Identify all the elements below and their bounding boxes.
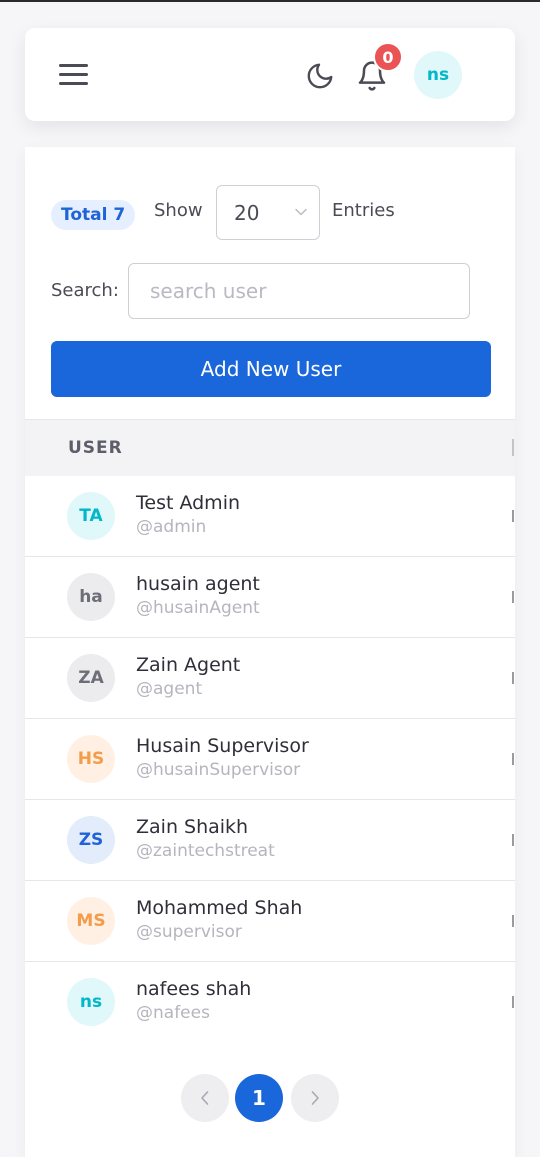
search-label: Search: [51, 280, 119, 301]
entries-value: 20 [234, 201, 260, 225]
table-row[interactable]: ZS Zain Shaikh @zaintechstreat [25, 800, 515, 881]
moon-icon[interactable] [305, 61, 335, 91]
avatar: ha [67, 573, 115, 621]
notification-count-badge: 0 [373, 42, 403, 72]
user-handle: @admin [136, 517, 207, 537]
entries-select[interactable]: 20 [216, 185, 320, 240]
user-name: Husain Supervisor [136, 735, 309, 757]
user-name: Zain Agent [136, 654, 241, 676]
chevron-left-icon [201, 1091, 209, 1105]
pagination-next-button[interactable] [291, 1074, 339, 1122]
avatar: ns [67, 978, 115, 1026]
clipped-cell [512, 510, 514, 522]
table-row[interactable]: ns nafees shah @nafees [25, 962, 515, 1042]
avatar: HS [67, 735, 115, 783]
top-navbar: 0 ns [25, 28, 515, 121]
user-name: Zain Shaikh [136, 816, 249, 838]
table-row[interactable]: TA Test Admin @admin [25, 476, 515, 557]
clipped-cell [512, 996, 514, 1008]
clipped-cell [512, 591, 514, 603]
user-name: Mohammed Shah [136, 897, 303, 919]
show-label: Show [154, 200, 203, 221]
total-badge: Total 7 [51, 200, 136, 230]
pagination-prev-button[interactable] [181, 1074, 229, 1122]
avatar: MS [67, 897, 115, 945]
table-row[interactable]: MS Mohammed Shah @supervisor [25, 881, 515, 962]
user-name: husain agent [136, 573, 260, 595]
avatar: TA [67, 492, 115, 540]
user-handle: @husainAgent [136, 598, 260, 618]
table-row[interactable]: ha husain agent @husainAgent [25, 557, 515, 638]
avatar: ZA [67, 654, 115, 702]
chevron-down-icon [295, 208, 307, 216]
column-header-user[interactable]: USER [68, 438, 123, 458]
clipped-cell [512, 753, 514, 765]
user-handle: @zaintechstreat [136, 841, 275, 861]
table-row[interactable]: ZA Zain Agent @agent [25, 638, 515, 719]
chevron-right-icon [311, 1091, 319, 1105]
clipped-cell [512, 672, 514, 684]
column-header-clipped [512, 439, 514, 456]
user-name: Test Admin [136, 492, 241, 514]
users-card: Total 7 Show 20 Entries Search: Add New … [25, 147, 515, 1157]
avatar: ZS [67, 816, 115, 864]
top-border [0, 0, 540, 2]
menu-icon[interactable] [59, 64, 88, 86]
user-avatar[interactable]: ns [414, 51, 462, 99]
pagination-page-button[interactable]: 1 [235, 1074, 283, 1122]
user-handle: @agent [136, 679, 203, 699]
user-name: nafees shah [136, 978, 252, 1000]
user-handle: @nafees [136, 1003, 210, 1023]
add-new-user-button[interactable]: Add New User [51, 341, 491, 397]
clipped-cell [512, 915, 514, 927]
entries-label: Entries [332, 200, 395, 221]
clipped-cell [512, 834, 514, 846]
table-header: USER [25, 419, 515, 477]
table-row[interactable]: HS Husain Supervisor @husainSupervisor [25, 719, 515, 800]
search-input[interactable] [128, 263, 470, 319]
user-handle: @husainSupervisor [136, 760, 301, 780]
user-handle: @supervisor [136, 922, 242, 942]
